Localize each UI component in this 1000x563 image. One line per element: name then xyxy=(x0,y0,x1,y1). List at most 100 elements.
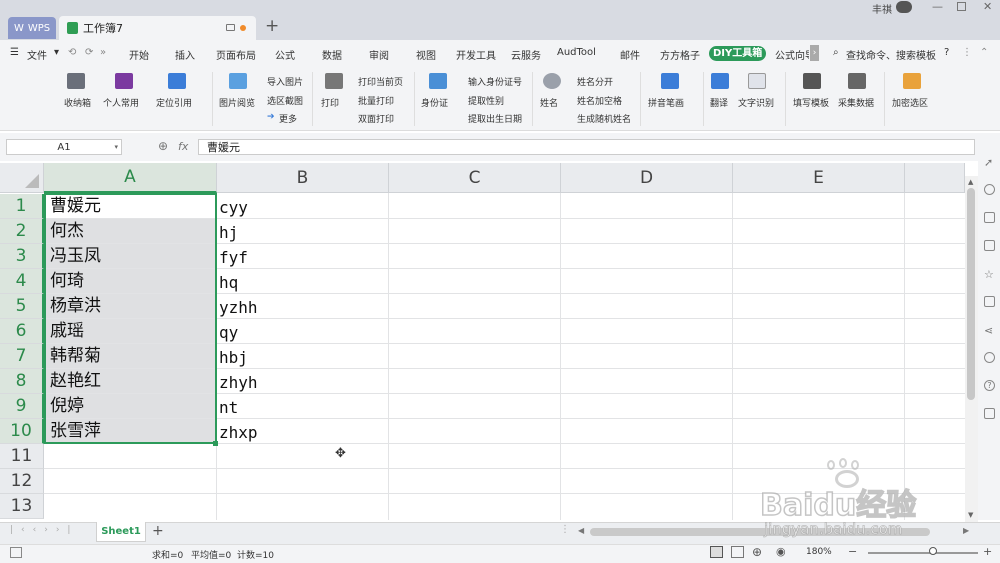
user-name[interactable]: 丰祺 xyxy=(872,1,892,16)
scroll-down-icon[interactable]: ▼ xyxy=(968,511,973,519)
row-header[interactable]: 1 xyxy=(0,194,44,219)
cell-b2[interactable]: hj xyxy=(219,219,238,244)
cell-b7[interactable]: hbj xyxy=(219,344,248,369)
row-header[interactable]: 7 xyxy=(0,344,44,369)
wps-home-tab[interactable]: W WPS xyxy=(8,17,56,39)
document-icon[interactable] xyxy=(984,240,995,251)
add-sheet-button[interactable]: + xyxy=(152,523,164,539)
grid-icon[interactable] xyxy=(984,212,995,223)
random-name-button[interactable]: 生成随机姓名 xyxy=(577,112,631,125)
menu-formula[interactable]: 公式 xyxy=(275,47,295,62)
name-box[interactable]: A1 ▾ xyxy=(6,139,122,155)
name-button[interactable]: 姓名 xyxy=(540,96,558,109)
page-break-view-icon[interactable] xyxy=(731,546,744,558)
fx-icon[interactable]: fx xyxy=(178,140,188,153)
help-circle-icon[interactable]: ? xyxy=(984,380,995,391)
star-icon[interactable]: ☆ xyxy=(984,268,995,281)
locate-reference-button[interactable]: 定位引用 xyxy=(156,96,192,109)
translate-button[interactable]: 翻译 xyxy=(710,96,728,109)
id-card-button[interactable]: 身份证 xyxy=(421,96,448,109)
print-current-page-button[interactable]: 打印当前页 xyxy=(358,75,403,88)
cell-b1[interactable]: cyy xyxy=(219,194,248,219)
cell-b10[interactable]: zhxp xyxy=(219,419,258,444)
column-header-a[interactable]: A xyxy=(44,163,217,193)
personal-common-button[interactable]: 个人常用 xyxy=(103,96,139,109)
maximize-icon[interactable] xyxy=(957,2,966,11)
print-button[interactable]: 打印 xyxy=(321,96,339,109)
row-header[interactable]: 13 xyxy=(0,494,44,519)
column-header-c[interactable]: C xyxy=(389,163,561,193)
monitor-icon[interactable] xyxy=(226,24,235,31)
encrypt-area-button[interactable]: 加密选区 xyxy=(892,96,928,109)
horizontal-scroll-thumb[interactable] xyxy=(590,528,930,536)
name-add-space-button[interactable]: 姓名加空格 xyxy=(577,94,622,107)
vertical-scroll-thumb[interactable] xyxy=(967,188,975,400)
cell-b8[interactable]: zhyh xyxy=(219,369,258,394)
import-picture-button[interactable]: 导入图片 xyxy=(267,75,303,88)
column-header-d[interactable]: D xyxy=(561,163,733,193)
eye-protection-icon[interactable]: ◉ xyxy=(776,545,786,558)
duplex-print-button[interactable]: 双面打印 xyxy=(358,112,394,125)
more-button[interactable]: 更多 xyxy=(279,112,297,125)
undo-icon[interactable]: ⟲ xyxy=(68,47,76,58)
menu-data[interactable]: 数据 xyxy=(322,47,342,62)
cell-b9[interactable]: nt xyxy=(219,394,238,419)
cell-b3[interactable]: fyf xyxy=(219,244,248,269)
row-header[interactable]: 10 xyxy=(0,419,44,444)
scroll-right-icon[interactable]: ▶ xyxy=(963,526,969,535)
redo-icon[interactable]: ⟳ xyxy=(85,47,93,58)
apps-icon[interactable] xyxy=(984,408,995,419)
extract-gender-button[interactable]: 提取性别 xyxy=(468,94,504,107)
menu-start[interactable]: 开始 xyxy=(129,47,149,62)
fill-handle[interactable] xyxy=(213,441,218,446)
extract-birth-button[interactable]: 提取出生日期 xyxy=(468,112,522,125)
collect-data-button[interactable]: 采集数据 xyxy=(838,96,874,109)
region-screenshot-button[interactable]: 选区截图 xyxy=(267,94,303,107)
row-header[interactable]: 2 xyxy=(0,219,44,244)
menu-cloud[interactable]: 云服务 xyxy=(511,47,541,62)
new-tab-button[interactable]: + xyxy=(265,16,279,36)
row-header[interactable]: 6 xyxy=(0,319,44,344)
zoom-icon[interactable]: ⊕ xyxy=(158,139,168,153)
row-header[interactable]: 5 xyxy=(0,294,44,319)
file-menu[interactable]: 文件 xyxy=(27,47,47,62)
collection-box-button[interactable]: 收纳箱 xyxy=(64,96,91,109)
more-quick-icon[interactable]: » xyxy=(100,47,106,58)
zoom-out-icon[interactable]: − xyxy=(848,545,857,558)
hscroll-handle-icon[interactable]: ⋮ xyxy=(560,524,570,535)
scroll-left-icon[interactable]: ◀ xyxy=(578,526,584,535)
row-header[interactable]: 4 xyxy=(0,269,44,294)
menu-review[interactable]: 审阅 xyxy=(369,47,389,62)
menu-insert[interactable]: 插入 xyxy=(175,47,195,62)
column-header-f[interactable] xyxy=(905,163,965,193)
zoom-slider-knob[interactable] xyxy=(929,547,937,555)
menu-page-layout[interactable]: 页面布局 xyxy=(216,47,256,62)
shape-icon[interactable] xyxy=(984,184,995,195)
help-icon[interactable]: ? xyxy=(944,47,949,58)
avatar[interactable] xyxy=(896,1,912,13)
input-id-button[interactable]: 输入身份证号 xyxy=(468,75,522,88)
column-header-b[interactable]: B xyxy=(217,163,389,193)
split-name-button[interactable]: 姓名分开 xyxy=(577,75,613,88)
select-all-corner[interactable] xyxy=(0,163,44,193)
pinyin-stroke-button[interactable]: 拼音笔画 xyxy=(648,96,684,109)
zoom-slider[interactable] xyxy=(868,552,978,554)
ocr-button[interactable]: 文字识别 xyxy=(738,96,774,109)
hamburger-icon[interactable]: ☰ xyxy=(10,47,19,58)
pointer-icon[interactable]: ➚ xyxy=(984,156,995,169)
sheet-nav-icon[interactable]: |‹‹››| xyxy=(10,525,78,535)
dropdown-icon[interactable]: ▾ xyxy=(54,47,59,58)
close-icon[interactable]: ✕ xyxy=(983,0,992,13)
zoom-level[interactable]: 180% xyxy=(806,547,832,557)
share-icon[interactable]: ⋖ xyxy=(984,324,995,337)
collapse-ribbon-icon[interactable]: ⌃ xyxy=(980,47,988,58)
chevron-down-icon[interactable]: ▾ xyxy=(114,143,118,151)
minimize-icon[interactable]: — xyxy=(932,0,943,13)
menu-dev-tools[interactable]: 开发工具 xyxy=(456,47,496,62)
more-options-icon[interactable]: ⋮ xyxy=(962,47,972,58)
picture-view-button[interactable]: 图片阅览 xyxy=(219,96,255,109)
row-header[interactable]: 8 xyxy=(0,369,44,394)
archive-icon[interactable] xyxy=(984,296,995,307)
cell-b5[interactable]: yzhh xyxy=(219,294,258,319)
row-header[interactable]: 9 xyxy=(0,394,44,419)
